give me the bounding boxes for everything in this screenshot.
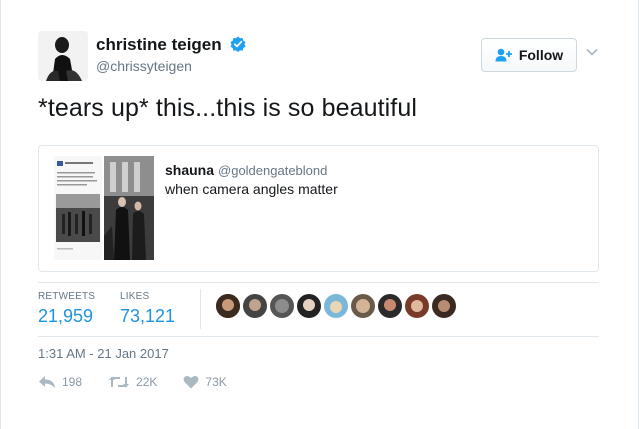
tweet-card: christine teigen @chrissyteigen Follow *… [0,0,639,429]
quoted-tweet-text: when camera angles matter [165,181,338,197]
liker-avatar[interactable] [243,294,267,318]
liker-avatar[interactable] [324,294,348,318]
follow-button-label: Follow [518,47,564,63]
like-count: 73K [205,375,227,389]
liker-avatar[interactable] [297,294,321,318]
quoted-author-handle: @goldengateblond [218,163,328,178]
avatar-photo-icon [38,31,88,81]
retweets-stat[interactable]: RETWEETS 21,959 [38,291,95,327]
add-user-icon [495,48,512,62]
chevron-down-icon[interactable] [585,47,599,57]
quoted-tweet-author[interactable]: shauna @goldengateblond [165,162,327,178]
liker-avatar[interactable] [351,294,375,318]
verified-badge-icon [230,36,246,52]
quoted-tweet-screenshot-image [54,156,102,260]
divider [38,282,599,283]
heart-icon [183,375,199,389]
like-button[interactable]: 73K [183,375,227,389]
author-avatar[interactable] [38,31,88,81]
liker-avatar[interactable] [378,294,402,318]
likes-stat[interactable]: LIKES 73,121 [120,291,175,327]
likes-value: 73,121 [120,306,176,326]
quoted-tweet-media[interactable] [54,156,154,260]
liker-avatar[interactable] [270,294,294,318]
stats-separator [200,289,201,329]
reply-count: 198 [62,375,83,389]
liker-avatar[interactable] [432,294,456,318]
quoted-author-name: shauna [165,162,215,178]
liker-avatar[interactable] [216,294,240,318]
author-name-text[interactable]: christine teigen [96,35,222,54]
retweet-count: 22K [136,375,158,389]
follow-button[interactable]: Follow [481,38,577,72]
likes-label: LIKES [120,291,150,302]
author-name[interactable]: christine teigen [96,35,246,55]
tweet-text: *tears up* this...this is so beautiful [38,94,417,122]
tweet-timestamp[interactable]: 1:31 AM - 21 Jan 2017 [38,346,169,361]
author-handle[interactable]: @chrissyteigen [96,58,192,74]
quoted-tweet-photo-image [104,156,154,260]
retweet-icon [109,376,130,388]
retweet-button[interactable]: 22K [108,375,157,389]
liker-avatar[interactable] [405,294,429,318]
reply-button[interactable]: 198 [38,375,82,389]
tweet-actions: 198 22K 73K [38,375,253,389]
likers-avatar-list [216,294,456,318]
retweets-value: 21,959 [38,306,94,326]
retweets-label: RETWEETS [38,291,96,302]
divider [38,336,599,337]
reply-icon [39,376,55,388]
